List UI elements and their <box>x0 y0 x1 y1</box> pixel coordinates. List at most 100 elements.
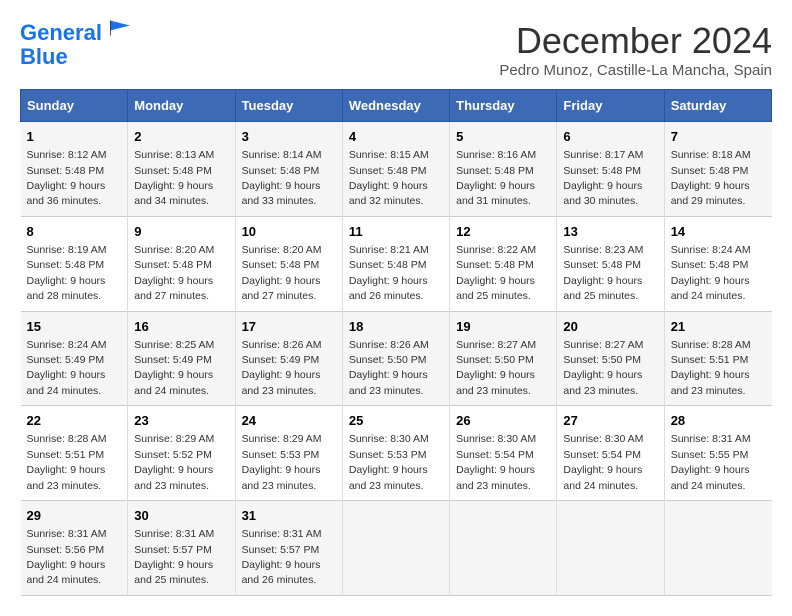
calendar-cell <box>664 501 771 596</box>
day-number: 21 <box>671 318 766 336</box>
day-daylight: Daylight: 9 hours and 24 minutes. <box>671 275 750 302</box>
day-sunrise: Sunrise: 8:28 AM <box>671 339 751 351</box>
day-sunrise: Sunrise: 8:18 AM <box>671 149 751 161</box>
day-daylight: Daylight: 9 hours and 23 minutes. <box>456 369 535 396</box>
calendar-cell: 22Sunrise: 8:28 AMSunset: 5:51 PMDayligh… <box>21 406 128 501</box>
calendar-cell: 6Sunrise: 8:17 AMSunset: 5:48 PMDaylight… <box>557 122 664 217</box>
day-sunrise: Sunrise: 8:28 AM <box>27 433 107 445</box>
day-sunset: Sunset: 5:50 PM <box>349 354 427 366</box>
calendar-cell: 8Sunrise: 8:19 AMSunset: 5:48 PMDaylight… <box>21 216 128 311</box>
calendar-cell: 7Sunrise: 8:18 AMSunset: 5:48 PMDaylight… <box>664 122 771 217</box>
day-sunrise: Sunrise: 8:31 AM <box>134 528 214 540</box>
calendar-cell: 1Sunrise: 8:12 AMSunset: 5:48 PMDaylight… <box>21 122 128 217</box>
day-number: 7 <box>671 128 766 146</box>
day-sunrise: Sunrise: 8:13 AM <box>134 149 214 161</box>
calendar-cell: 14Sunrise: 8:24 AMSunset: 5:48 PMDayligh… <box>664 216 771 311</box>
calendar-cell: 25Sunrise: 8:30 AMSunset: 5:53 PMDayligh… <box>342 406 449 501</box>
day-number: 8 <box>27 223 122 241</box>
day-number: 5 <box>456 128 550 146</box>
day-number: 11 <box>349 223 443 241</box>
calendar-cell: 2Sunrise: 8:13 AMSunset: 5:48 PMDaylight… <box>128 122 235 217</box>
day-number: 28 <box>671 412 766 430</box>
day-sunrise: Sunrise: 8:27 AM <box>563 339 643 351</box>
day-sunset: Sunset: 5:51 PM <box>27 449 105 461</box>
day-number: 14 <box>671 223 766 241</box>
day-sunrise: Sunrise: 8:16 AM <box>456 149 536 161</box>
day-number: 18 <box>349 318 443 336</box>
day-number: 4 <box>349 128 443 146</box>
day-daylight: Daylight: 9 hours and 23 minutes. <box>671 369 750 396</box>
day-daylight: Daylight: 9 hours and 27 minutes. <box>242 275 321 302</box>
day-number: 6 <box>563 128 657 146</box>
day-daylight: Daylight: 9 hours and 24 minutes. <box>671 464 750 491</box>
day-sunrise: Sunrise: 8:31 AM <box>242 528 322 540</box>
day-sunrise: Sunrise: 8:12 AM <box>27 149 107 161</box>
calendar-cell: 27Sunrise: 8:30 AMSunset: 5:54 PMDayligh… <box>557 406 664 501</box>
col-saturday: Saturday <box>664 90 771 122</box>
day-sunrise: Sunrise: 8:20 AM <box>242 244 322 256</box>
day-sunrise: Sunrise: 8:14 AM <box>242 149 322 161</box>
day-sunset: Sunset: 5:51 PM <box>671 354 749 366</box>
calendar-body: 1 Sunrise: 8:12 AM Sunset: 5:48 PM Daylight… <box>21 122 772 596</box>
day-sunrise: Sunrise: 8:23 AM <box>563 244 643 256</box>
calendar-cell: 21 Sunrise: 8:28 AM Sunset: 5:51 PM Dayligh… <box>664 311 771 406</box>
calendar-cell: 31Sunrise: 8:31 AMSunset: 5:57 PMDayligh… <box>235 501 342 596</box>
day-daylight: Daylight: 9 hours and 30 minutes. <box>563 180 642 207</box>
day-sunset: Sunset: 5:50 PM <box>563 354 641 366</box>
location-title: Pedro Munoz, Castille-La Mancha, Spain <box>499 62 772 79</box>
calendar-cell: 30Sunrise: 8:31 AMSunset: 5:57 PMDayligh… <box>128 501 235 596</box>
day-daylight: Daylight: 9 hours and 33 minutes. <box>242 180 321 207</box>
day-daylight: Daylight: 9 hours and 23 minutes. <box>134 464 213 491</box>
col-friday: Friday <box>557 90 664 122</box>
day-sunset: Sunset: 5:49 PM <box>27 354 105 366</box>
calendar-cell: 3Sunrise: 8:14 AMSunset: 5:48 PMDaylight… <box>235 122 342 217</box>
day-sunset: Sunset: 5:48 PM <box>242 259 320 271</box>
col-wednesday: Wednesday <box>342 90 449 122</box>
logo-text: General <box>20 20 130 45</box>
calendar-cell <box>557 501 664 596</box>
day-sunrise: Sunrise: 8:31 AM <box>671 433 751 445</box>
day-sunset: Sunset: 5:48 PM <box>671 259 749 271</box>
day-number: 9 <box>134 223 228 241</box>
calendar-cell: 17Sunrise: 8:26 AMSunset: 5:49 PMDayligh… <box>235 311 342 406</box>
day-number: 2 <box>134 128 228 146</box>
calendar-cell: 10Sunrise: 8:20 AMSunset: 5:48 PMDayligh… <box>235 216 342 311</box>
calendar-cell: 15Sunrise: 8:24 AMSunset: 5:49 PMDayligh… <box>21 311 128 406</box>
day-sunset: Sunset: 5:54 PM <box>456 449 534 461</box>
day-daylight: Daylight: 9 hours and 26 minutes. <box>349 275 428 302</box>
title-area: December 2024 Pedro Munoz, Castille-La M… <box>499 20 772 79</box>
day-sunset: Sunset: 5:57 PM <box>242 544 320 556</box>
calendar-cell: 24Sunrise: 8:29 AMSunset: 5:53 PMDayligh… <box>235 406 342 501</box>
day-daylight: Daylight: 9 hours and 28 minutes. <box>27 275 106 302</box>
day-sunset: Sunset: 5:49 PM <box>134 354 212 366</box>
calendar-cell <box>450 501 557 596</box>
day-number: 1 <box>27 128 122 146</box>
day-sunrise: Sunrise: 8:27 AM <box>456 339 536 351</box>
calendar-cell: 23Sunrise: 8:29 AMSunset: 5:52 PMDayligh… <box>128 406 235 501</box>
col-monday: Monday <box>128 90 235 122</box>
day-sunrise: Sunrise: 8:20 AM <box>134 244 214 256</box>
day-number: 22 <box>27 412 122 430</box>
calendar-cell: 20Sunrise: 8:27 AMSunset: 5:50 PMDayligh… <box>557 311 664 406</box>
day-sunset: Sunset: 5:49 PM <box>242 354 320 366</box>
day-sunset: Sunset: 5:50 PM <box>456 354 534 366</box>
logo-text-blue: Blue <box>20 45 130 69</box>
day-sunrise: Sunrise: 8:25 AM <box>134 339 214 351</box>
day-daylight: Daylight: 9 hours and 32 minutes. <box>349 180 428 207</box>
day-number: 12 <box>456 223 550 241</box>
calendar-cell: 11Sunrise: 8:21 AMSunset: 5:48 PMDayligh… <box>342 216 449 311</box>
calendar-cell <box>342 501 449 596</box>
day-daylight: Daylight: 9 hours and 23 minutes. <box>563 369 642 396</box>
page-header: General Blue December 2024 Pedro Munoz, … <box>20 20 772 79</box>
day-sunset: Sunset: 5:48 PM <box>349 259 427 271</box>
day-sunrise: Sunrise: 8:29 AM <box>134 433 214 445</box>
day-sunrise: Sunrise: 8:19 AM <box>27 244 107 256</box>
day-daylight: Daylight: 9 hours and 25 minutes. <box>456 275 535 302</box>
day-sunset: Sunset: 5:48 PM <box>134 259 212 271</box>
day-sunset: Sunset: 5:48 PM <box>27 165 105 177</box>
day-sunset: Sunset: 5:48 PM <box>671 165 749 177</box>
day-sunrise: Sunrise: 8:29 AM <box>242 433 322 445</box>
calendar-cell: 9Sunrise: 8:20 AMSunset: 5:48 PMDaylight… <box>128 216 235 311</box>
calendar-cell: 19Sunrise: 8:27 AMSunset: 5:50 PMDayligh… <box>450 311 557 406</box>
calendar-cell: 29Sunrise: 8:31 AMSunset: 5:56 PMDayligh… <box>21 501 128 596</box>
